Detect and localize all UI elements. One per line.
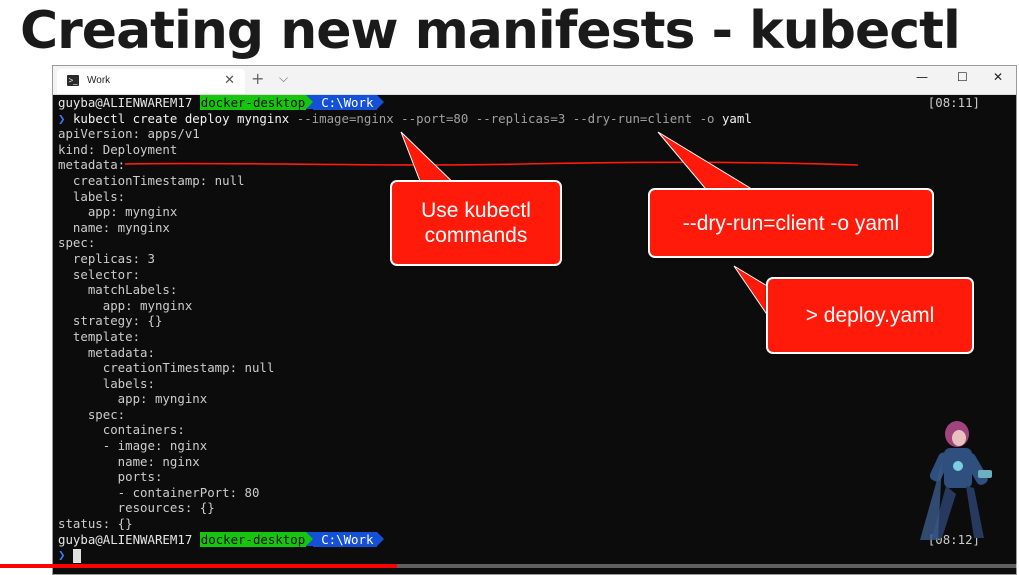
prompt-chevron-icon: ❯ <box>58 547 66 563</box>
minimize-button[interactable]: — <box>916 70 928 84</box>
yaml-line: kind: Deployment <box>58 141 178 157</box>
input-line[interactable]: ❯ <box>58 547 1016 563</box>
close-button[interactable]: ✕ <box>993 70 1003 84</box>
powerline-arrow-icon <box>377 531 385 546</box>
callout-dry-run: --dry-run=client -o yaml <box>648 188 934 258</box>
yaml-line: app: mynginx <box>58 391 208 407</box>
yaml-line: apiVersion: apps/v1 <box>58 126 200 142</box>
callout-deploy-yaml: > deploy.yaml <box>766 277 974 354</box>
maximize-button[interactable]: ☐ <box>957 70 968 84</box>
prompt-path: C:\Work <box>313 95 378 110</box>
yaml-line: containers: <box>58 422 185 438</box>
yaml-line: status: {} <box>58 516 133 532</box>
powershell-icon: >_ <box>67 75 79 86</box>
prompt-line: guyba@ALIENWAREM17 docker-desktop C:\Work… <box>58 531 1016 548</box>
prompt-chevron-icon: ❯ <box>58 110 66 126</box>
prompt-user: guyba@ALIENWAREM17 <box>58 95 193 110</box>
yaml-line: ports: <box>58 469 163 485</box>
tab-label: Work <box>87 75 111 86</box>
prompt-path: C:\Work <box>313 531 378 547</box>
powerline-arrow-icon <box>377 95 385 109</box>
prompt-context: docker-desktop <box>199 531 307 547</box>
slide-title: Creating new manifests - kubectl <box>20 1 961 61</box>
command-line: ❯ kubectl create deploy mynginx --image=… <box>58 111 1016 127</box>
tab-dropdown-button[interactable]: ⌵ <box>279 71 288 86</box>
yaml-line: labels: <box>58 375 155 391</box>
yaml-line: - containerPort: 80 <box>58 484 260 500</box>
video-progress-fill[interactable] <box>0 564 398 568</box>
text-cursor <box>72 548 81 563</box>
window-titlebar: >_ Work ✕ + ⌵ — ☐ ✕ <box>53 66 1016 95</box>
tab-work[interactable]: >_ Work ✕ <box>57 69 245 94</box>
yaml-line: resources: {} <box>58 500 215 516</box>
prompt-context: docker-desktop <box>199 95 307 110</box>
tab-close-icon[interactable]: ✕ <box>224 72 235 88</box>
yaml-line: - image: nginx <box>58 438 208 454</box>
prompt-time: [08:11] <box>927 95 980 110</box>
new-tab-button[interactable]: + <box>251 69 264 88</box>
command-main: kubectl create deploy mynginx <box>72 110 290 126</box>
yaml-line: creationTimestamp: null <box>58 360 275 376</box>
prompt-line: guyba@ALIENWAREM17 docker-desktop C:\Work… <box>58 95 1016 111</box>
command-args: --image=nginx --port=80 --replicas=3 --d… <box>296 110 715 126</box>
callout-use-kubectl: Use kubectl commands <box>390 180 562 266</box>
yaml-line: spec: <box>58 406 126 422</box>
command-last: yaml <box>721 110 752 126</box>
prompt-user: guyba@ALIENWAREM17 <box>58 531 193 547</box>
yaml-line: name: nginx <box>58 453 200 469</box>
mascot-character-icon <box>920 421 992 540</box>
